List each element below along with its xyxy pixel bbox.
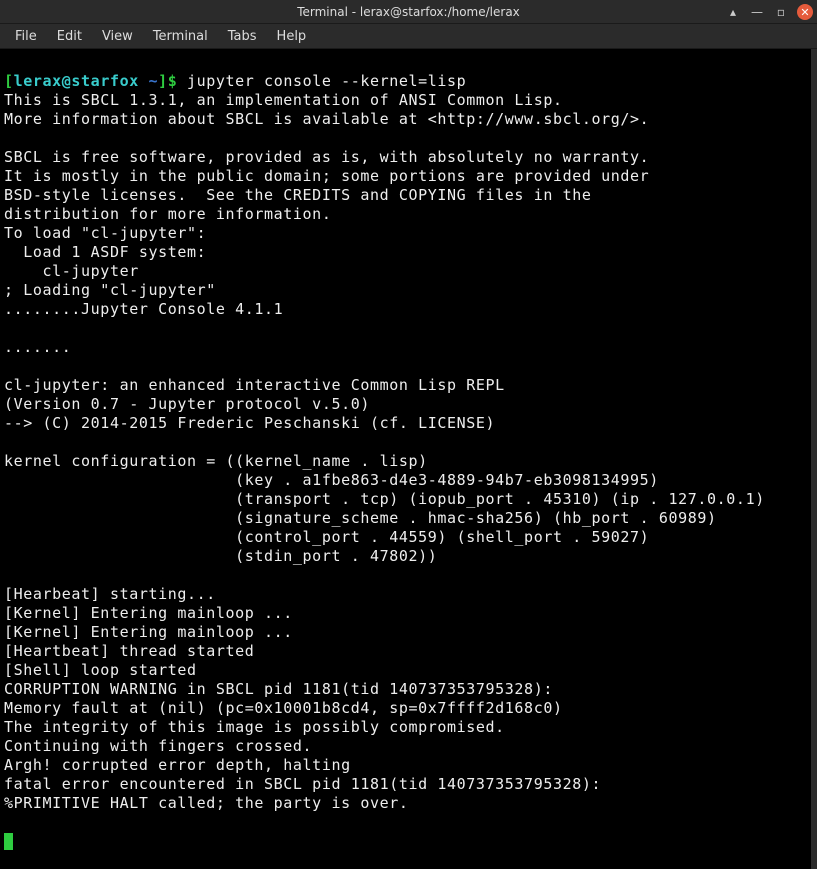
output-line: SBCL is free software, provided as is, w… <box>4 148 649 166</box>
menu-help[interactable]: Help <box>268 26 316 47</box>
menu-edit[interactable]: Edit <box>48 26 91 47</box>
prompt-command: jupyter console --kernel=lisp <box>187 72 466 90</box>
terminal-area[interactable]: [lerax@starfox ~]$ jupyter console --ker… <box>0 49 817 869</box>
output-line: [Kernel] Entering mainloop ... <box>4 623 293 641</box>
window-minimize-button[interactable]: — <box>749 4 765 20</box>
output-line: --> (C) 2014-2015 Frederic Peschanski (c… <box>4 414 495 432</box>
output-line: cl-jupyter: an enhanced interactive Comm… <box>4 376 505 394</box>
output-line: [Shell] loop started <box>4 661 197 679</box>
output-line: Continuing with fingers crossed. <box>4 737 312 755</box>
output-line: This is SBCL 1.3.1, an implementation of… <box>4 91 563 109</box>
menu-terminal[interactable]: Terminal <box>144 26 217 47</box>
output-line: kernel configuration = ((kernel_name . l… <box>4 452 428 470</box>
output-line: CORRUPTION WARNING in SBCL pid 1181(tid … <box>4 680 553 698</box>
output-line: More information about SBCL is available… <box>4 110 649 128</box>
output-line: It is mostly in the public domain; some … <box>4 167 649 185</box>
output-line: Argh! corrupted error depth, halting <box>4 756 351 774</box>
output-line: fatal error encountered in SBCL pid 1181… <box>4 775 601 793</box>
output-line: To load "cl-jupyter": <box>4 224 206 242</box>
window-titlebar: Terminal - lerax@starfox:/home/lerax ▴ —… <box>0 0 817 24</box>
output-line: Load 1 ASDF system: <box>4 243 206 261</box>
menu-tabs[interactable]: Tabs <box>219 26 266 47</box>
output-line: BSD-style licenses. See the CREDITS and … <box>4 186 591 204</box>
menubar: File Edit View Terminal Tabs Help <box>0 24 817 49</box>
window-shade-button[interactable]: ▴ <box>725 4 741 20</box>
window-maximize-button[interactable]: ▫ <box>773 4 789 20</box>
output-line: [Kernel] Entering mainloop ... <box>4 604 293 622</box>
menu-view[interactable]: View <box>93 26 142 47</box>
output-line: (stdin_port . 47802)) <box>4 547 437 565</box>
output-line: ; Loading "cl-jupyter" <box>4 281 216 299</box>
output-line: The integrity of this image is possibly … <box>4 718 505 736</box>
cursor-line <box>4 832 13 850</box>
output-line: ....... <box>4 338 71 356</box>
prompt-path: ~ <box>139 72 158 90</box>
prompt-bracket-open: [ <box>4 72 14 90</box>
prompt-line: [lerax@starfox ~]$ jupyter console --ker… <box>4 72 466 90</box>
terminal-cursor <box>4 833 13 850</box>
output-line: (key . a1fbe863-d4e3-4889-94b7-eb3098134… <box>4 471 659 489</box>
output-line: cl-jupyter <box>4 262 139 280</box>
prompt-userhost: lerax@starfox <box>14 72 139 90</box>
output-line: (signature_scheme . hmac-sha256) (hb_por… <box>4 509 717 527</box>
output-line: (control_port . 44559) (shell_port . 590… <box>4 528 649 546</box>
output-line: [Heartbeat] thread started <box>4 642 254 660</box>
output-line: Memory fault at (nil) (pc=0x10001b8cd4, … <box>4 699 563 717</box>
output-line: distribution for more information. <box>4 205 331 223</box>
output-line: %PRIMITIVE HALT called; the party is ove… <box>4 794 409 812</box>
prompt-bracket-close: ]$ <box>158 72 187 90</box>
window-controls: ▴ — ▫ ✕ <box>725 0 813 24</box>
output-line: (transport . tcp) (iopub_port . 45310) (… <box>4 490 765 508</box>
output-line: (Version 0.7 - Jupyter protocol v.5.0) <box>4 395 370 413</box>
output-line: [Hearbeat] starting... <box>4 585 216 603</box>
output-line: ........Jupyter Console 4.1.1 <box>4 300 283 318</box>
window-title: Terminal - lerax@starfox:/home/lerax <box>297 5 520 19</box>
menu-file[interactable]: File <box>6 26 46 47</box>
window-close-button[interactable]: ✕ <box>797 4 813 20</box>
